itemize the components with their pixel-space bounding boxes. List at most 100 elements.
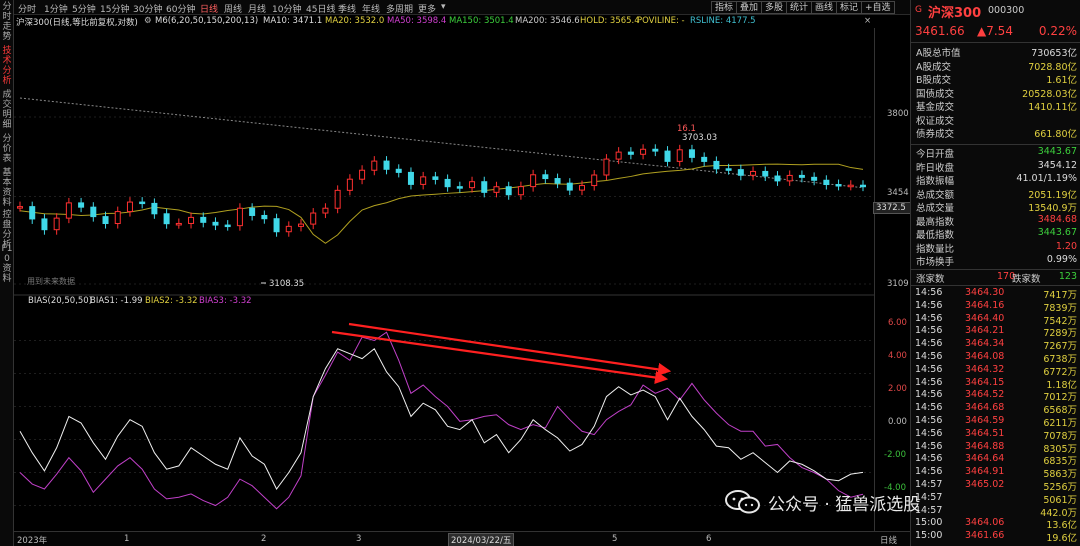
current-price-tag: 3372.5 bbox=[873, 202, 911, 214]
candle-body bbox=[493, 186, 500, 193]
tick-row: 14:56 3464.68 6568万 bbox=[911, 402, 1080, 416]
period-indicator: 日线 bbox=[880, 536, 898, 546]
close-icon[interactable]: × bbox=[864, 16, 871, 26]
tick-price: 3464.15 bbox=[965, 376, 1005, 388]
candle-body bbox=[90, 206, 97, 218]
bias-tick: 2.00 bbox=[888, 384, 907, 394]
bias1-value: BIAS1: -1.99 bbox=[90, 296, 143, 306]
market-stat-value: 730653亿 bbox=[1031, 48, 1077, 59]
candle-body bbox=[334, 189, 341, 209]
side-tab-intraday[interactable]: 分时走势 bbox=[0, 2, 14, 42]
divergence-arrow bbox=[348, 322, 672, 376]
stats-button[interactable]: 统计 bbox=[786, 1, 813, 14]
tick-time: 14:56 bbox=[915, 453, 943, 465]
tick-row: 14:57 3465.02 5256万 bbox=[911, 479, 1080, 493]
side-tab-technical[interactable]: 技术分析 bbox=[0, 46, 14, 86]
period-button[interactable]: 15分钟 bbox=[100, 2, 129, 15]
divider bbox=[911, 144, 1080, 145]
last-price: 3461.66 bbox=[915, 24, 965, 38]
candle-body bbox=[139, 201, 146, 205]
period-button[interactable]: 周线 bbox=[224, 2, 242, 15]
period-button[interactable]: 30分钟 bbox=[133, 2, 162, 15]
tick-time: 14:56 bbox=[915, 440, 943, 452]
period-button[interactable]: 多周期 bbox=[386, 2, 413, 15]
tick-price: 3464.59 bbox=[965, 415, 1005, 426]
side-tab-profile[interactable]: 基本资料 bbox=[0, 168, 14, 208]
indicator-button[interactable]: 指标 bbox=[711, 1, 738, 14]
period-button[interactable]: 月线 bbox=[248, 2, 266, 15]
candle-body bbox=[750, 170, 757, 176]
gear-icon[interactable]: ⚙ bbox=[144, 16, 152, 26]
ma50-value: MA50: 3598.4 bbox=[387, 16, 447, 26]
candle-body bbox=[249, 207, 256, 216]
tick-time: 14:56 bbox=[915, 389, 943, 401]
mark-button[interactable]: 标记 bbox=[836, 1, 863, 14]
period-button[interactable]: 分时 bbox=[18, 2, 36, 15]
overlay-button[interactable]: 叠加 bbox=[736, 1, 763, 14]
period-button[interactable]: 5分钟 bbox=[72, 2, 96, 15]
side-tab-price-table[interactable]: 分价表 bbox=[0, 134, 14, 164]
side-tab-bar: 分时走势 技术分析 成交明细 分价表 基本资料 控盘分析 F10资料 bbox=[0, 0, 14, 546]
bias-tick: 0.00 bbox=[888, 417, 907, 427]
add-watchlist-button[interactable]: +自选 bbox=[861, 1, 895, 14]
candle-body bbox=[53, 217, 60, 231]
more-button[interactable]: 更多 bbox=[418, 2, 436, 15]
ma200-value: MA200: 3546.6 bbox=[515, 16, 580, 26]
candle-body bbox=[29, 206, 36, 220]
side-tab-trades[interactable]: 成交明细 bbox=[0, 90, 14, 130]
index-stat-value: 0.99% bbox=[1046, 254, 1077, 265]
candle-body bbox=[517, 186, 524, 196]
period-button[interactable]: 10分钟 bbox=[272, 2, 301, 15]
candle-body bbox=[212, 221, 219, 226]
period-button[interactable]: 1分钟 bbox=[44, 2, 68, 15]
tick-row: 14:56 3464.88 8305万 bbox=[911, 440, 1080, 455]
side-tab-f10[interactable]: F10资料 bbox=[0, 244, 14, 284]
candle-body bbox=[65, 202, 72, 219]
candle-body bbox=[346, 178, 353, 191]
crosshair-date: 2024/03/22/五 bbox=[448, 533, 515, 546]
ma20-value: MA20: 3532.0 bbox=[325, 16, 385, 26]
tick-row: 14:56 3464.21 7289万 bbox=[911, 325, 1080, 339]
quote-panel: G 沪深300 000300 3461.66 ▲7.54 0.22% A股总市值… bbox=[910, 0, 1080, 546]
candle-body bbox=[188, 216, 195, 224]
candle-body bbox=[640, 148, 647, 155]
tick-time: 14:56 bbox=[915, 376, 943, 388]
candle-body bbox=[762, 170, 769, 177]
tick-time: 14:56 bbox=[915, 363, 943, 375]
market-stat-label: 债券成交 bbox=[916, 129, 955, 140]
kline-chart[interactable]: 3108.35 16.1 3703.03 用到未来数据 bbox=[14, 28, 874, 531]
bias2-value: BIAS2: -3.32 bbox=[145, 296, 198, 306]
market-stat-label: A股成交 bbox=[916, 61, 951, 73]
time-tick: 6 bbox=[706, 534, 712, 544]
bias-grid bbox=[14, 340, 874, 506]
price-change-pct: 0.22% bbox=[1038, 24, 1077, 38]
candle-body bbox=[530, 174, 537, 188]
time-tick: 3 bbox=[356, 534, 362, 544]
period-button[interactable]: 60分钟 bbox=[166, 2, 195, 15]
multi-stock-button[interactable]: 多股 bbox=[761, 1, 788, 14]
candle-body bbox=[554, 178, 561, 184]
candle-body bbox=[725, 168, 732, 171]
period-button[interactable]: 季线 bbox=[338, 2, 356, 15]
divider bbox=[911, 269, 1080, 270]
tick-price: 3464.51 bbox=[965, 427, 1005, 439]
candle-body bbox=[456, 186, 463, 189]
candle-body bbox=[407, 171, 414, 185]
tick-time: 14:56 bbox=[915, 299, 943, 311]
period-button-active[interactable]: 日线 bbox=[200, 2, 218, 15]
tick-row: 15:00 3464.06 13.6亿 bbox=[911, 517, 1080, 531]
more-dropdown-icon[interactable]: ▾ bbox=[441, 2, 446, 12]
tick-row: 14:56 3464.40 7542万 bbox=[911, 313, 1080, 327]
index-stat-row: 总成交额 2051.19亿 bbox=[911, 187, 1080, 201]
chart-title: 沪深300(日线,等比前复权,对数) bbox=[16, 18, 138, 28]
period-button[interactable]: 45日线 bbox=[306, 2, 335, 15]
index-stat-label: 最低指数 bbox=[916, 230, 955, 241]
tick-price: 3464.21 bbox=[965, 325, 1005, 337]
candle-body bbox=[224, 224, 231, 228]
tick-price: 3464.52 bbox=[965, 389, 1005, 401]
time-tick: 2023年 bbox=[17, 536, 48, 546]
period-button[interactable]: 年线 bbox=[362, 2, 380, 15]
market-stat-row: B股成交 1.61亿 bbox=[911, 72, 1080, 86]
index-stat-row: 今日开盘 3443.67 bbox=[911, 146, 1080, 160]
draw-button[interactable]: 画线 bbox=[811, 1, 838, 14]
